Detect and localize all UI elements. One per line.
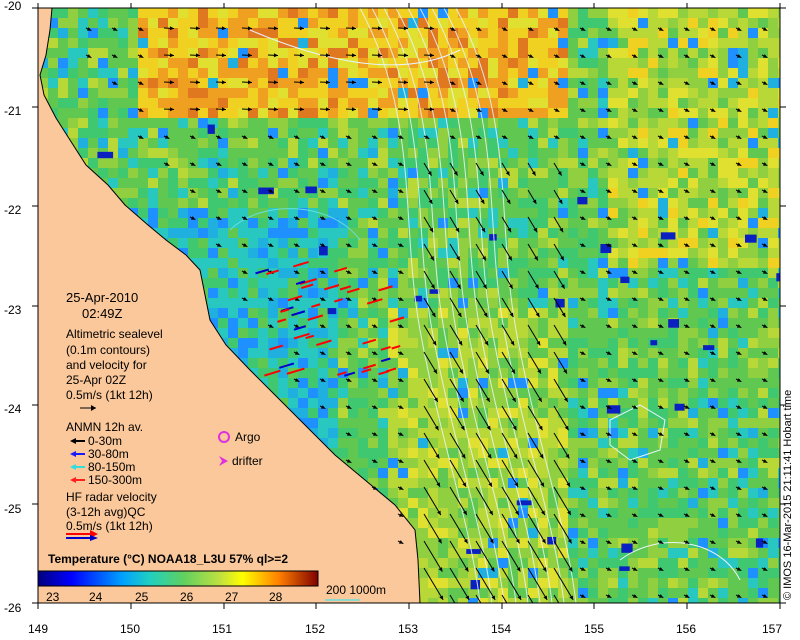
y-tick-label: -25 xyxy=(4,502,22,516)
colorbar-tick: 23 xyxy=(46,590,60,604)
anmn-legend-item: 150-300m xyxy=(88,473,143,487)
y-tick-label: -26 xyxy=(4,601,22,615)
x-tick-label: 155 xyxy=(584,622,605,636)
altimetry-legend-line: 0.5m/s (1kt 12h) xyxy=(66,388,153,402)
map-figure: { "figure": { "date": "25-Apr-2010", "ti… xyxy=(0,0,800,640)
colorbar-tick: 25 xyxy=(135,590,149,604)
colorbar xyxy=(37,570,319,587)
hf-legend-line: HF radar velocity xyxy=(66,490,157,504)
x-tick-label: 149 xyxy=(28,622,49,636)
y-tick-label: -24 xyxy=(4,402,22,416)
x-tick-label: 154 xyxy=(491,622,512,636)
colorbar-title: Temperature (°C) NOAA18_L3U 57% ql>=2 xyxy=(48,552,288,566)
figure-time: 02:49Z xyxy=(82,306,123,321)
colorbar-tick: 24 xyxy=(89,590,103,604)
altimetry-legend-line: and velocity for xyxy=(66,358,147,372)
x-tick-label: 151 xyxy=(212,622,233,636)
altimetry-legend-line: 25-Apr 02Z xyxy=(66,373,127,387)
x-tick-label: 156 xyxy=(676,622,697,636)
argo-label: Argo xyxy=(235,430,261,444)
altimetry-legend-line: (0.1m contours) xyxy=(66,343,151,357)
drifter-label: drifter xyxy=(232,454,263,468)
colorbar-tick: 28 xyxy=(269,590,283,604)
x-tick-label: 152 xyxy=(305,622,326,636)
x-tick-label: 150 xyxy=(120,622,141,636)
y-tick-label: -22 xyxy=(4,203,22,217)
hf-legend-line: (3-12h avg)QC xyxy=(66,505,146,519)
y-tick-label: -23 xyxy=(4,303,22,317)
x-tick-label: 153 xyxy=(398,622,419,636)
x-tick-label: 157 xyxy=(762,622,783,636)
y-tick-label: -21 xyxy=(4,104,22,118)
altimetry-legend-line: Altimetric sealevel xyxy=(66,327,163,341)
hf-legend-line: 0.5m/s (1kt 12h) xyxy=(66,519,153,533)
credit-text: © IMOS 16-Mar-2015 21:11:41 Hobart time xyxy=(782,389,794,600)
colorbar-tick: 26 xyxy=(180,590,194,604)
y-tick-label: -20 xyxy=(4,0,22,13)
colorbar-tick: 27 xyxy=(225,590,239,604)
anmn-legend-title: ANMN 12h av. xyxy=(66,420,144,434)
figure-date: 25-Apr-2010 xyxy=(66,290,139,305)
bathymetry-label: 200 1000m xyxy=(326,583,387,597)
